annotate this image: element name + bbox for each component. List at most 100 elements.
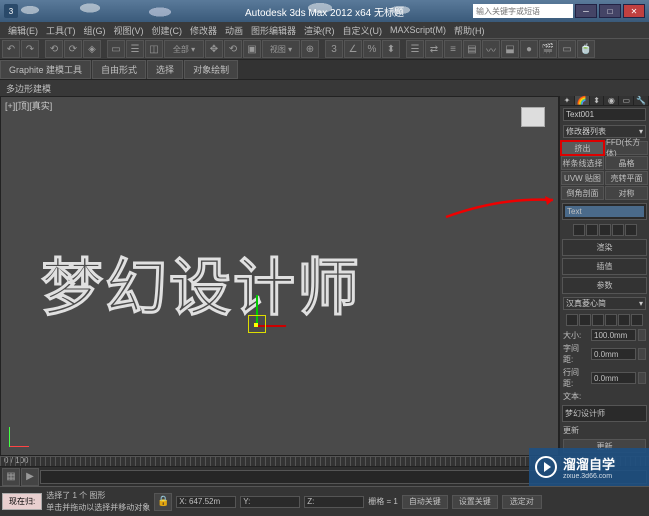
modifier-shell[interactable]: 壳转平面	[605, 171, 648, 185]
select-region-button[interactable]: ◫	[145, 40, 163, 58]
viewport[interactable]: [+][顶][真实] 梦幻设计师	[0, 96, 559, 456]
bind-button[interactable]: ◈	[83, 40, 101, 58]
tab-modify[interactable]: 🌈	[575, 96, 590, 105]
menu-group[interactable]: 组(G)	[80, 24, 110, 37]
minimize-button[interactable]: ─	[575, 4, 597, 18]
filter-dropdown[interactable]: 全部 ▾	[164, 40, 204, 58]
rollout-interp[interactable]: 插值	[562, 258, 647, 275]
select-name-button[interactable]: ☰	[126, 40, 144, 58]
mirror-button[interactable]: ⇄	[425, 40, 443, 58]
align-right-icon[interactable]	[618, 314, 630, 326]
align-center-icon[interactable]	[605, 314, 617, 326]
align-left-icon[interactable]	[592, 314, 604, 326]
modifier-spline-select[interactable]: 样条线选择	[561, 156, 604, 170]
unlink-button[interactable]: ⟳	[64, 40, 82, 58]
snap-button[interactable]: 3	[325, 40, 343, 58]
modifier-symmetry[interactable]: 对称	[605, 186, 648, 200]
menu-create[interactable]: 创建(C)	[148, 24, 187, 37]
render-setup-button[interactable]: 🎬	[539, 40, 557, 58]
align-justify-icon[interactable]	[631, 314, 643, 326]
material-button[interactable]: ●	[520, 40, 538, 58]
named-sel-button[interactable]: ☰	[406, 40, 424, 58]
autokey-button[interactable]: 自动关键	[402, 495, 448, 509]
curve-editor-button[interactable]: 〰	[482, 40, 500, 58]
modifier-uvw[interactable]: UVW 贴图	[561, 171, 604, 185]
app-logo[interactable]: 3	[4, 4, 18, 18]
pin-stack-icon[interactable]	[573, 224, 585, 236]
text-object[interactable]: 梦幻设计师	[41, 237, 361, 327]
size-spin-buttons[interactable]	[638, 329, 646, 341]
transform-gizmo[interactable]	[246, 307, 286, 347]
gizmo-origin[interactable]	[254, 323, 258, 327]
tab-display[interactable]: ▭	[619, 96, 634, 105]
italic-icon[interactable]	[566, 314, 578, 326]
ribbon-tab-graphite[interactable]: Graphite 建模工具	[0, 60, 91, 79]
tab-utilities[interactable]: 🔧	[634, 96, 649, 105]
unique-icon[interactable]	[599, 224, 611, 236]
scale-button[interactable]: ▣	[243, 40, 261, 58]
link-button[interactable]: ⟲	[45, 40, 63, 58]
layers-button[interactable]: ▤	[463, 40, 481, 58]
ribbon-sub-label[interactable]: 多边形建模	[6, 82, 51, 95]
tab-hierarchy[interactable]: ⬍	[590, 96, 605, 105]
ribbon-tab-selection[interactable]: 选择	[147, 60, 183, 79]
object-name-input[interactable]	[563, 108, 646, 121]
angle-snap-button[interactable]: ∠	[344, 40, 362, 58]
selected-filter[interactable]: 选定对	[502, 495, 542, 509]
modifier-stack[interactable]: Text	[562, 203, 647, 220]
maximize-button[interactable]: □	[599, 4, 621, 18]
select-button[interactable]: ▭	[107, 40, 125, 58]
percent-snap-button[interactable]: %	[363, 40, 381, 58]
show-result-icon[interactable]	[586, 224, 598, 236]
render-frame-button[interactable]: ▭	[558, 40, 576, 58]
menu-graph[interactable]: 图形编辑器	[247, 24, 300, 37]
ribbon-tab-paint[interactable]: 对象绘制	[184, 60, 238, 79]
move-button[interactable]: ✥	[205, 40, 223, 58]
rotate-button[interactable]: ⟲	[224, 40, 242, 58]
render-button[interactable]: 🍵	[577, 40, 595, 58]
close-button[interactable]: ✕	[623, 4, 645, 18]
help-search-input[interactable]	[473, 4, 573, 18]
menu-render[interactable]: 渲染(R)	[300, 24, 339, 37]
track-mini-2[interactable]: ▶	[21, 468, 39, 486]
viewcube[interactable]	[518, 107, 548, 137]
align-button[interactable]: ≡	[444, 40, 462, 58]
modifier-ffd[interactable]: FFD(长方体)	[605, 141, 648, 155]
center-button[interactable]: ⊕	[301, 40, 319, 58]
kerning-spinner[interactable]: 0.0mm	[591, 348, 636, 360]
menu-help[interactable]: 帮助(H)	[450, 24, 489, 37]
kerning-spin-buttons[interactable]	[638, 348, 646, 360]
tab-motion[interactable]: ◉	[604, 96, 619, 105]
redo-button[interactable]: ↷	[21, 40, 39, 58]
stack-item-text[interactable]: Text	[565, 206, 644, 217]
spinner-snap-button[interactable]: ⬍	[382, 40, 400, 58]
lock-icon[interactable]: 🔒	[154, 493, 172, 511]
menu-animation[interactable]: 动画	[221, 24, 247, 37]
configure-icon[interactable]	[625, 224, 637, 236]
setkey-button[interactable]: 设置关键	[452, 495, 498, 509]
remove-icon[interactable]	[612, 224, 624, 236]
menu-tools[interactable]: 工具(T)	[42, 24, 80, 37]
undo-button[interactable]: ↶	[2, 40, 20, 58]
viewport-label[interactable]: [+][顶][真实]	[5, 99, 52, 112]
text-input[interactable]: 梦幻设计师	[562, 405, 647, 422]
modifier-lattice[interactable]: 晶格	[605, 156, 648, 170]
coord-y[interactable]: Y:	[240, 496, 300, 508]
ribbon-tab-freeform[interactable]: 自由形式	[92, 60, 146, 79]
refsys-dropdown[interactable]: 视图 ▾	[262, 40, 300, 58]
menu-view[interactable]: 视图(V)	[110, 24, 148, 37]
menu-customize[interactable]: 自定义(U)	[339, 24, 387, 37]
modifier-bevel[interactable]: 倒角剖面	[561, 186, 604, 200]
leading-spinner[interactable]: 0.0mm	[591, 372, 636, 384]
size-spinner[interactable]: 100.0mm	[591, 329, 636, 341]
rollout-params[interactable]: 参数	[562, 277, 647, 294]
coord-z[interactable]: Z:	[304, 496, 364, 508]
menu-maxscript[interactable]: MAXScript(M)	[386, 25, 450, 35]
leading-spin-buttons[interactable]	[638, 372, 646, 384]
underline-icon[interactable]	[579, 314, 591, 326]
menu-edit[interactable]: 编辑(E)	[4, 24, 42, 37]
rollout-render[interactable]: 渲染	[562, 239, 647, 256]
modifier-extrude[interactable]: 挤出	[561, 141, 604, 155]
tab-create[interactable]: ✦	[560, 96, 575, 105]
menu-modifiers[interactable]: 修改器	[186, 24, 221, 37]
